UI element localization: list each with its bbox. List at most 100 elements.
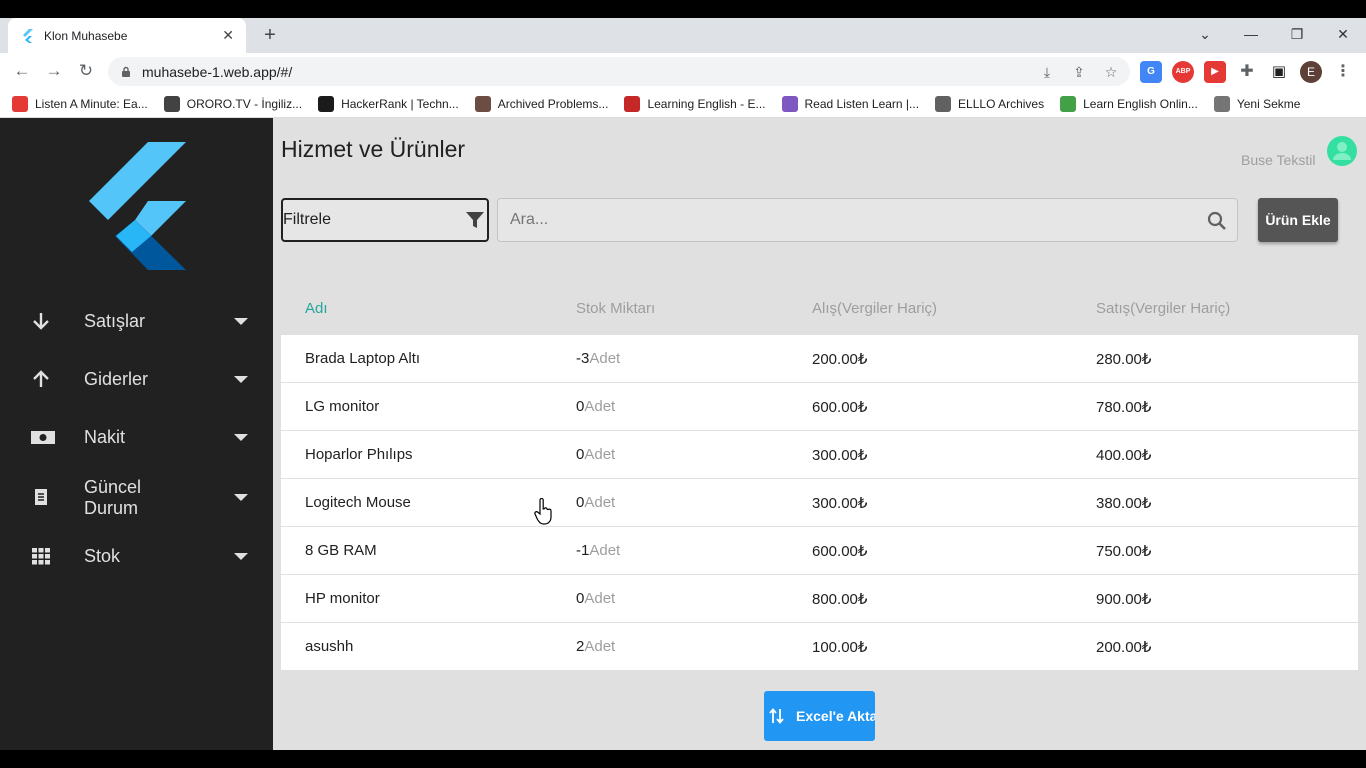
stock-unit: Adet (584, 590, 616, 607)
cell-product-name: HP monitor (305, 590, 380, 607)
bookmark-label: ELLLO Archives (958, 96, 1045, 111)
column-header-stock[interactable]: Stok Miktarı (576, 300, 655, 317)
cell-buy-price: 800.00₺ (812, 590, 867, 608)
user-avatar[interactable] (1327, 136, 1357, 166)
grid-icon (32, 548, 50, 565)
tab-title: Klon Muhasebe (44, 28, 128, 43)
search-icon[interactable] (1207, 211, 1227, 231)
back-icon[interactable]: ← (10, 59, 34, 83)
bookmark-favicon-icon (12, 95, 28, 112)
table-row[interactable]: Logitech Mouse 0Adet 300.00₺ 380.00₺ (281, 479, 1358, 527)
bookmark-item[interactable]: Learn English Onlin... (1060, 95, 1198, 112)
arrow-down-icon (33, 313, 49, 330)
cell-sell-price: 380.00₺ (1096, 494, 1151, 512)
filter-label: Filtrele (283, 211, 332, 228)
cell-sell-price: 750.00₺ (1096, 542, 1151, 560)
table-row[interactable]: Hoparlor Phılıps 0Adet 300.00₺ 400.00₺ (281, 431, 1358, 479)
sell-value: 280.00 (1096, 351, 1142, 368)
table-row[interactable]: HP monitor 0Adet 800.00₺ 900.00₺ (281, 575, 1358, 623)
cell-buy-price: 600.00₺ (812, 398, 867, 416)
extensions-puzzle-icon[interactable]: ✚ (1236, 61, 1258, 83)
bookmark-item[interactable]: Yeni Sekme (1213, 95, 1301, 112)
sell-value: 750.00 (1096, 543, 1142, 560)
column-header-name[interactable]: Adı (305, 300, 328, 317)
main-content: Hizmet ve Ürünler Buse Tekstil Filtrele (273, 118, 1366, 750)
restore-icon[interactable]: ❐ (1274, 18, 1320, 50)
cell-buy-price: 100.00₺ (812, 638, 867, 656)
sidebar-item-guncel-durum[interactable]: Güncel Durum (0, 475, 273, 519)
tab-close-icon[interactable]: ✕ (222, 27, 234, 44)
cell-stock: 0Adet (576, 590, 615, 607)
cell-product-name: 8 GB RAM (305, 542, 377, 559)
currency-symbol: ₺ (1141, 399, 1152, 416)
bookmark-item[interactable]: Listen A Minute: Ea... (12, 95, 148, 112)
user-name[interactable]: Buse Tekstil (1241, 152, 1315, 168)
search-field (497, 198, 1238, 242)
sidebar-item-satislar[interactable]: Satışlar (0, 308, 273, 334)
minimize-icon[interactable]: — (1228, 18, 1274, 50)
table-row[interactable]: LG monitor 0Adet 600.00₺ 780.00₺ (281, 383, 1358, 431)
currency-symbol: ₺ (1141, 639, 1152, 656)
sidebar-item-label: Güncel Durum (84, 477, 142, 518)
browser-tab[interactable]: Klon Muhasebe ✕ (8, 18, 246, 53)
cell-sell-price: 900.00₺ (1096, 590, 1151, 608)
bookmark-favicon-icon (624, 95, 641, 112)
forward-icon[interactable]: → (42, 59, 66, 83)
sidebar-item-stok[interactable]: Stok (0, 543, 273, 569)
bookmark-item[interactable]: ELLLO Archives (935, 95, 1045, 112)
menu-kebab-icon[interactable]: ⋮ (1332, 61, 1354, 83)
bookmark-item[interactable]: ORORO.TV - İngiliz... (163, 95, 302, 112)
swap-vert-icon (769, 708, 784, 724)
column-header-sell-price[interactable]: Satış(Vergiler Hariç) (1096, 300, 1230, 317)
bookmark-item[interactable]: Read Listen Learn |... (781, 95, 920, 112)
bookmark-favicon-icon (318, 95, 335, 112)
close-window-icon[interactable]: ✕ (1320, 18, 1366, 50)
export-excel-button[interactable]: Excel'e Aktar (764, 691, 875, 741)
bookmark-favicon-icon (1213, 95, 1230, 112)
bookmark-item[interactable]: HackerRank | Techn... (318, 95, 459, 112)
browser-toolbar: ← → ↻ muhasebe-1.web.app/#/ ⤓ ⇪ ☆ G ABP … (0, 53, 1366, 90)
bookmark-item[interactable]: Archived Problems... (474, 95, 609, 112)
bookmark-label: Archived Problems... (497, 96, 609, 111)
side-panel-icon[interactable]: ▣ (1268, 61, 1290, 83)
bookmark-label: Read Listen Learn |... (804, 96, 920, 111)
cell-stock: 0Adet (576, 494, 615, 511)
sidebar-item-nakit[interactable]: Nakit (0, 424, 273, 450)
table-row[interactable]: Brada Laptop Altı -3Adet 200.00₺ 280.00₺ (281, 335, 1358, 383)
adblock-extension-icon[interactable]: ABP (1172, 61, 1194, 83)
table-row[interactable]: 8 GB RAM -1Adet 600.00₺ 750.00₺ (281, 527, 1358, 575)
chevron-down-icon (234, 553, 248, 560)
reload-icon[interactable]: ↻ (74, 59, 98, 83)
cell-product-name: LG monitor (305, 398, 380, 415)
buy-value: 600.00 (812, 399, 858, 416)
sell-value: 200.00 (1096, 639, 1142, 656)
chevron-down-icon (234, 494, 248, 501)
star-icon[interactable]: ☆ (1102, 63, 1120, 81)
bookmarks-bar: Listen A Minute: Ea... ORORO.TV - İngiliz… (0, 90, 1366, 118)
video-extension-icon[interactable]: ▶ (1204, 61, 1226, 83)
sell-value: 400.00 (1096, 447, 1142, 464)
money-icon (31, 431, 55, 444)
tab-search-icon[interactable]: ⌄ (1182, 18, 1228, 50)
browser-tab-bar: Klon Muhasebe ✕ + ⌄ — ❐ ✕ (0, 18, 1366, 53)
search-input[interactable] (498, 199, 1198, 241)
profile-avatar[interactable]: E (1300, 61, 1322, 83)
bookmark-label: Yeni Sekme (1236, 96, 1301, 111)
sidebar-item-label: Stok (84, 545, 121, 566)
translate-extension-icon[interactable]: G (1140, 61, 1162, 83)
add-product-button[interactable]: Ürün Ekle (1258, 198, 1338, 242)
new-tab-button[interactable]: + (258, 23, 282, 47)
sell-value: 380.00 (1096, 495, 1142, 512)
url-text: muhasebe-1.web.app/#/ (142, 63, 293, 80)
share-icon[interactable]: ⇪ (1070, 63, 1088, 81)
bookmark-item[interactable]: Learning English - E... (624, 95, 766, 112)
address-bar[interactable]: muhasebe-1.web.app/#/ ⤓ ⇪ ☆ (108, 57, 1130, 86)
currency-symbol: ₺ (857, 495, 868, 512)
cell-product-name: Brada Laptop Altı (305, 350, 421, 367)
filter-dropdown[interactable]: Filtrele (281, 198, 489, 242)
bookmark-favicon-icon (781, 95, 798, 112)
table-row[interactable]: asushh 2Adet 100.00₺ 200.00₺ (281, 623, 1358, 671)
column-header-buy-price[interactable]: Alış(Vergiler Hariç) (812, 300, 937, 317)
sidebar-item-giderler[interactable]: Giderler (0, 366, 273, 392)
install-icon[interactable]: ⤓ (1038, 63, 1056, 81)
